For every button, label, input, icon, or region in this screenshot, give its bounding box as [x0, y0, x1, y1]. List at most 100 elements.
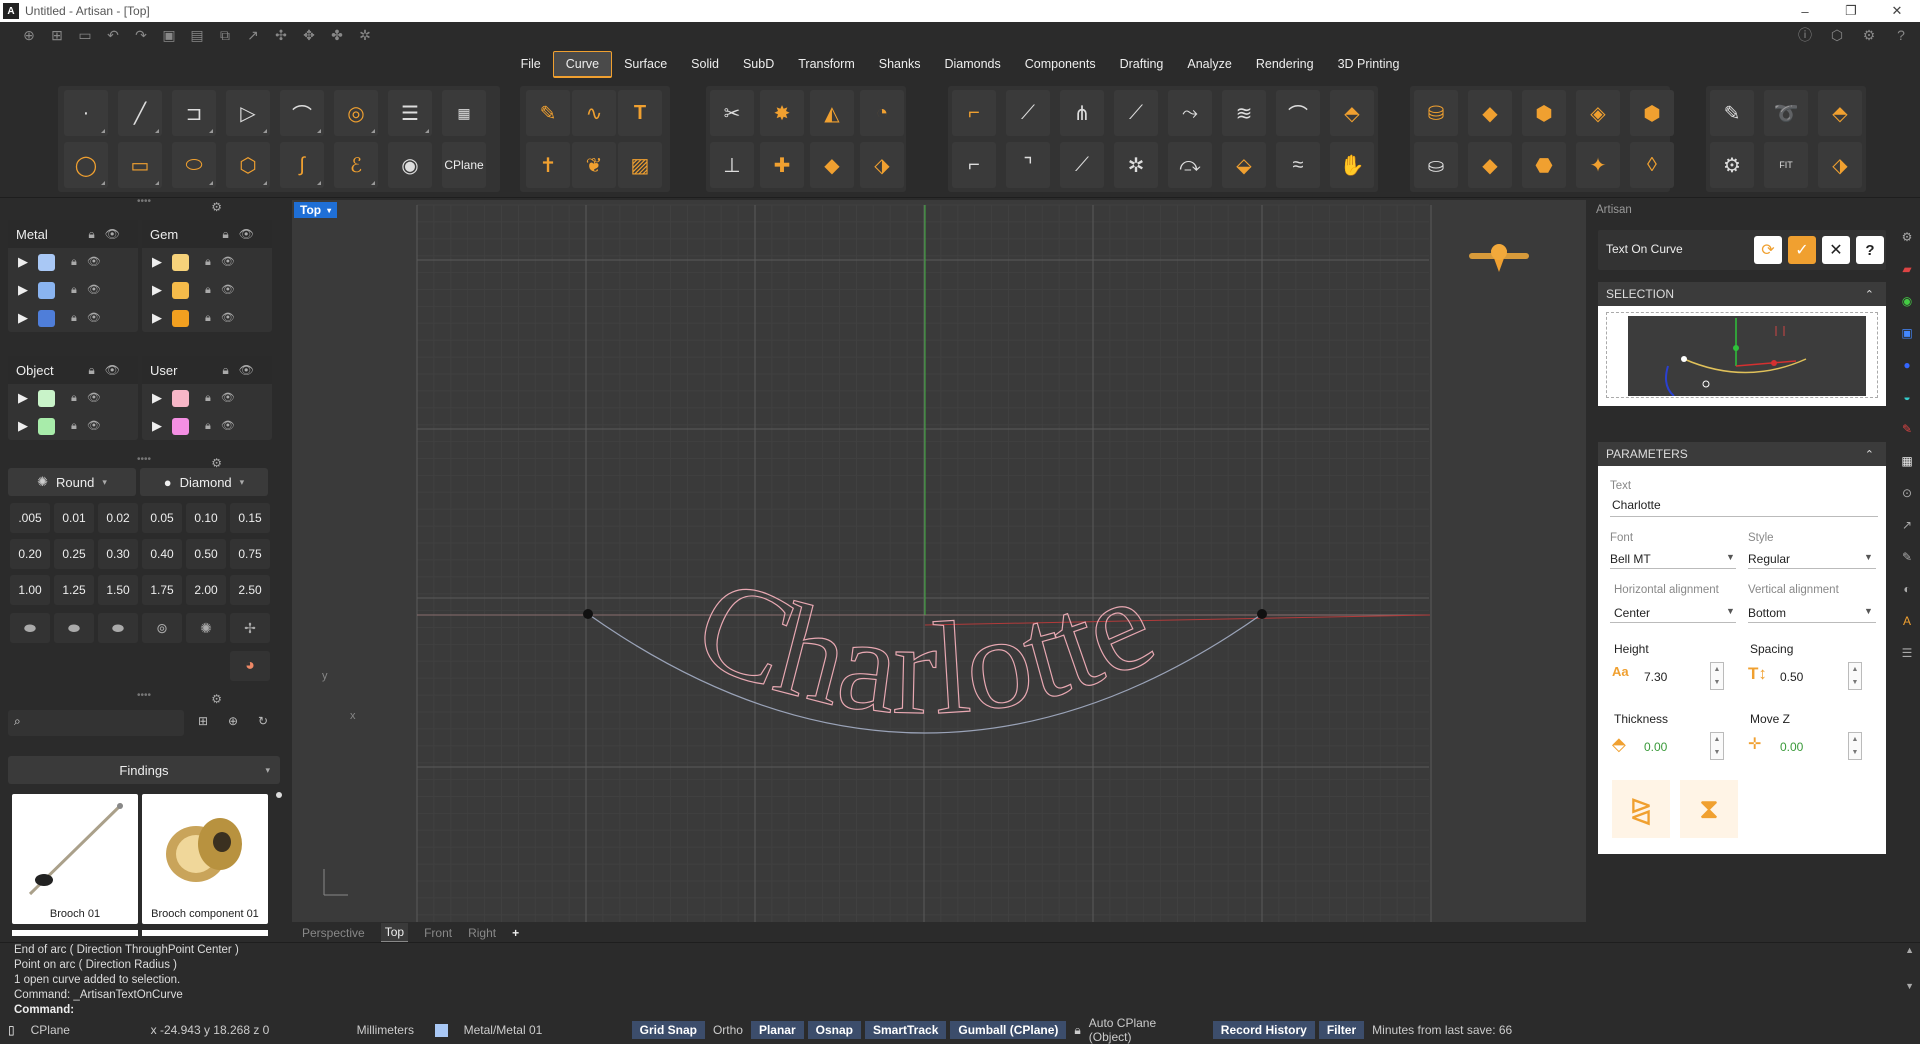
- ribbon-curve-icon[interactable]: ❦: [572, 142, 616, 188]
- transform-icon[interactable]: ✤: [328, 26, 346, 44]
- lock-eye-icons[interactable]: 🔒︎👁︎: [205, 283, 245, 297]
- cplane-toggle-icon[interactable]: ▯: [0, 1023, 23, 1037]
- helix-icon[interactable]: ☰: [388, 90, 432, 136]
- chamfer-icon[interactable]: ⌒: [1276, 90, 1320, 136]
- panel-grip[interactable]: ••••: [0, 691, 288, 704]
- lock-eye-icons[interactable]: 🔒︎👁︎: [88, 227, 130, 242]
- curve-on-surface-icon[interactable]: ⬙: [1222, 142, 1266, 188]
- menu-tab-solid[interactable]: Solid: [679, 52, 731, 76]
- adjust-icon[interactable]: ⤼: [1168, 142, 1212, 188]
- rectangle-icon[interactable]: ▭: [118, 142, 162, 188]
- layer-color-swatch[interactable]: [172, 389, 189, 407]
- spacing-input[interactable]: 0.50: [1780, 670, 1803, 684]
- menu-tab-analyze[interactable]: Analyze: [1175, 52, 1243, 76]
- fillet-icon[interactable]: ⌐: [952, 90, 996, 136]
- layer-row[interactable]: ▶ 🔒︎👁︎: [142, 248, 272, 276]
- lock-eye-icons[interactable]: 🔒︎👁︎: [222, 227, 264, 242]
- viewport-canvas[interactable]: Charlotte: [292, 200, 1586, 922]
- play-icon[interactable]: ▶: [152, 310, 162, 326]
- cancel-x-icon[interactable]: ✕: [1822, 236, 1850, 264]
- help-icon[interactable]: ?: [1892, 26, 1910, 44]
- gem-size-button[interactable]: 0.05: [142, 503, 182, 533]
- edit-curve-icon[interactable]: ✎: [526, 90, 570, 136]
- lock-eye-icons[interactable]: 🔒︎👁︎: [205, 391, 245, 405]
- gem-size-button[interactable]: 0.40: [142, 539, 182, 569]
- spiral-icon[interactable]: ◎: [334, 90, 378, 136]
- planar-toggle[interactable]: Planar: [750, 1021, 804, 1039]
- font-dropdown[interactable]: Bell MT: [1610, 552, 1651, 566]
- lock-eye-icons[interactable]: 🔒︎👁︎: [71, 419, 111, 433]
- symmetry-icon[interactable]: ⋔: [1060, 90, 1104, 136]
- layer-group-header[interactable]: Metal 🔒︎👁︎: [8, 220, 138, 248]
- menu-tab-components[interactable]: Components: [1013, 52, 1108, 76]
- status-units[interactable]: Millimeters: [349, 1023, 427, 1037]
- layer-color-swatch[interactable]: [38, 309, 55, 327]
- layer-row[interactable]: ▶ 🔒︎👁︎: [142, 276, 272, 304]
- gem-size-button[interactable]: 0.01: [54, 503, 94, 533]
- circle-icon[interactable]: ◯: [64, 142, 108, 188]
- library-item-next[interactable]: [142, 930, 268, 936]
- layer-row[interactable]: ▶ 🔒︎👁︎: [8, 304, 138, 332]
- lights-rail-icon[interactable]: ✎: [1902, 422, 1912, 436]
- plane-surface-icon[interactable]: ◆: [1468, 142, 1512, 188]
- play-icon[interactable]: ▶: [18, 282, 28, 298]
- polygon-icon[interactable]: ⬡: [226, 142, 270, 188]
- collapse-icon[interactable]: ⌃: [1865, 448, 1874, 461]
- menu-tab-diamonds[interactable]: Diamonds: [932, 52, 1012, 76]
- scroll-up-icon[interactable]: ▲: [1905, 945, 1914, 955]
- lock-eye-icons[interactable]: 🔒︎👁︎: [71, 311, 111, 325]
- cplane-button[interactable]: CPlane: [442, 142, 486, 188]
- gem-size-button[interactable]: 0.02: [98, 503, 138, 533]
- movez-stepper[interactable]: ▲ ▼: [1848, 732, 1862, 760]
- layer-group-header[interactable]: Gem 🔒︎👁︎: [142, 220, 272, 248]
- flip-vertical-button[interactable]: ⧗: [1680, 780, 1738, 838]
- viewport-tab-top[interactable]: Top: [380, 923, 409, 943]
- add-folder-icon[interactable]: ⊞: [198, 714, 208, 728]
- named-views-rail-icon[interactable]: ⊙: [1902, 486, 1912, 500]
- play-icon[interactable]: ▶: [152, 282, 162, 298]
- play-icon[interactable]: ▶: [152, 254, 162, 270]
- menu-tab-transform[interactable]: Transform: [786, 52, 867, 76]
- gem-size-button[interactable]: 0.75: [230, 539, 270, 569]
- confirm-check-icon[interactable]: ✓: [1788, 236, 1816, 264]
- status-cplane[interactable]: CPlane: [23, 1023, 143, 1037]
- wave-icon[interactable]: ≈: [1276, 142, 1320, 188]
- analyze-icon[interactable]: ⚙: [1710, 142, 1754, 188]
- gear-icon[interactable]: ⚙: [211, 692, 222, 706]
- surface-icon[interactable]: ◈: [1576, 90, 1620, 136]
- display-rail-icon[interactable]: ▣: [1901, 326, 1912, 340]
- lock-eye-icons[interactable]: 🔒︎👁︎: [205, 311, 245, 325]
- gem-size-button[interactable]: 1.50: [98, 575, 138, 605]
- layer-row[interactable]: ▶ 🔒︎👁︎: [142, 384, 272, 412]
- gem-round-preview-icon[interactable]: ⬬: [10, 613, 50, 643]
- blend-icon[interactable]: ⟋: [1006, 90, 1050, 136]
- gem-size-button[interactable]: 0.20: [10, 539, 50, 569]
- select-icon[interactable]: ↗: [244, 26, 262, 44]
- layer-color-swatch[interactable]: [172, 417, 189, 435]
- parameters-section-header[interactable]: PARAMETERS ⌃: [1598, 442, 1886, 466]
- menu-tab-curve[interactable]: Curve: [552, 50, 613, 78]
- close-icon[interactable]: ✕: [1874, 0, 1920, 22]
- halign-dropdown[interactable]: Center: [1614, 606, 1650, 620]
- gem-halo-preview-icon[interactable]: ⊚: [142, 613, 182, 643]
- box-icon[interactable]: ⬢: [1522, 90, 1566, 136]
- lock-icon[interactable]: 🔒︎: [1066, 1023, 1088, 1038]
- lock-eye-icons[interactable]: 🔒︎👁︎: [222, 363, 264, 378]
- smarttrack-toggle[interactable]: SmartTrack: [865, 1021, 947, 1039]
- lock-eye-icons[interactable]: 🔒︎👁︎: [205, 419, 245, 433]
- play-icon[interactable]: ▶: [18, 418, 28, 434]
- triangle-icon[interactable]: ▷: [226, 90, 270, 136]
- undo-icon[interactable]: ↶: [104, 26, 122, 44]
- join-icon[interactable]: ✚: [760, 142, 804, 188]
- scroll-down-icon[interactable]: ▼: [1905, 981, 1914, 991]
- offset-icon[interactable]: ◭: [810, 90, 854, 136]
- gem-size-button[interactable]: 1.00: [10, 575, 50, 605]
- open-icon[interactable]: ▭: [76, 26, 94, 44]
- layer-row[interactable]: ▶ 🔒︎👁︎: [142, 412, 272, 440]
- rebuild-icon[interactable]: ⤳: [1168, 90, 1212, 136]
- record-history-toggle[interactable]: Record History: [1212, 1021, 1315, 1039]
- notes-rail-icon[interactable]: ✎: [1902, 550, 1912, 564]
- refresh-icon[interactable]: ⟳: [1754, 236, 1782, 264]
- library-item-brooch[interactable]: Brooch 01: [12, 794, 138, 924]
- filter-toggle[interactable]: Filter: [1318, 1021, 1365, 1039]
